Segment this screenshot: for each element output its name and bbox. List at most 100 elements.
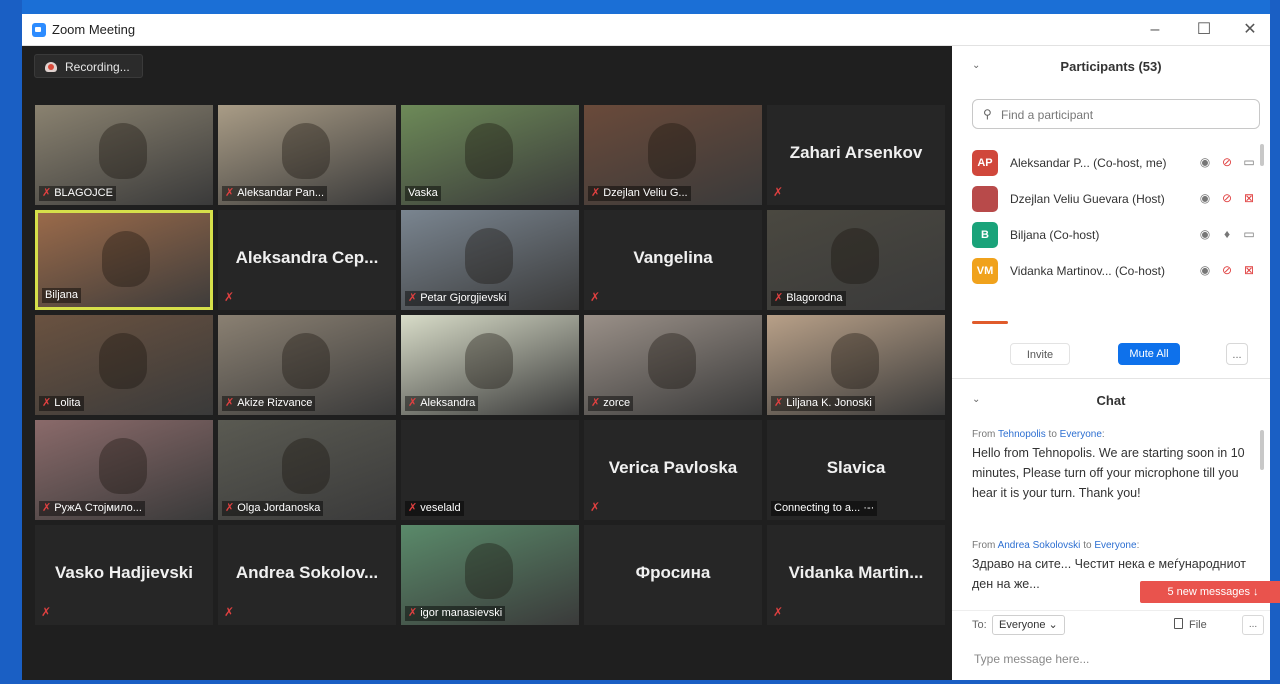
participant-display-name: Slavica bbox=[826, 458, 886, 477]
video-tile[interactable]: Vaska bbox=[401, 105, 579, 205]
participant-name: Aleksandra bbox=[420, 397, 476, 409]
participant-display-name: Andrea Sokolov... bbox=[235, 563, 379, 582]
participant-search[interactable]: ⚲ bbox=[972, 99, 1260, 129]
chat-more-button[interactable]: ... bbox=[1242, 615, 1264, 635]
participant-display-name: Vasko Hadjievski bbox=[55, 563, 193, 582]
video-tile[interactable]: ✗ Olga Jordanoska bbox=[218, 420, 396, 520]
mic-muted-icon: ✗ bbox=[225, 397, 235, 409]
participant-name: Liljana K. Jonoski bbox=[786, 397, 872, 409]
mic-muted-icon[interactable]: ⊘ bbox=[1216, 191, 1238, 205]
maximize-button[interactable]: ☐ bbox=[1184, 18, 1224, 42]
video-tile[interactable]: Vidanka Martin... ✗ bbox=[767, 525, 945, 625]
file-button[interactable]: File bbox=[1174, 618, 1207, 631]
mic-muted-icon[interactable]: ⊘ bbox=[1216, 263, 1238, 277]
recipient-name[interactable]: Everyone bbox=[1060, 429, 1102, 440]
video-tile[interactable]: Фросина bbox=[584, 525, 762, 625]
video-tile[interactable]: Andrea Sokolov... ✗ bbox=[218, 525, 396, 625]
recipient-select[interactable]: Everyone ⌄ bbox=[992, 615, 1065, 635]
video-tile[interactable]: ✗ РужА Стојмило... bbox=[35, 420, 213, 520]
video-tile[interactable]: Vangelina ✗ bbox=[584, 210, 762, 310]
participant-search-input[interactable] bbox=[999, 105, 1253, 125]
recipient-name[interactable]: Everyone bbox=[1094, 540, 1136, 551]
mic-muted-icon: ✗ bbox=[590, 290, 601, 304]
participant-row[interactable]: Dzejlan Veliu Guevara (Host) ◉ ⊘ ⊠ bbox=[972, 182, 1260, 218]
video-tile[interactable]: ✗ igor manasievski bbox=[401, 525, 579, 625]
video-off-icon[interactable]: ⊠ bbox=[1238, 191, 1260, 205]
participant-name: РужА Стојмило... bbox=[54, 502, 142, 514]
video-tile[interactable]: ✗ Lolita bbox=[35, 315, 213, 415]
participant-name: Vaska bbox=[408, 187, 438, 199]
avatar: VM bbox=[972, 258, 998, 284]
screen-share-icon: ◉ bbox=[1199, 191, 1211, 205]
close-button[interactable]: ✕ bbox=[1230, 18, 1270, 42]
video-tile[interactable]: ✗ zorce bbox=[584, 315, 762, 415]
video-tile[interactable]: ✗ Dzejlan Veliu G... bbox=[584, 105, 762, 205]
sender-name[interactable]: Andrea Sokolovski bbox=[998, 540, 1081, 551]
participant-scrollbar[interactable] bbox=[1260, 144, 1264, 166]
video-tile[interactable]: ✗ Akize Rizvance bbox=[218, 315, 396, 415]
chat-scrollbar[interactable] bbox=[1260, 430, 1264, 470]
chat-title: Chat bbox=[1096, 393, 1126, 408]
participant-name: veselald bbox=[420, 502, 461, 514]
video-camera-icon[interactable]: ▭ bbox=[1238, 155, 1260, 169]
participant-name-label: ✗ Aleksandar Pan... bbox=[222, 186, 328, 201]
video-tile[interactable]: Biljana bbox=[35, 210, 213, 310]
video-tile[interactable]: ✗ Petar Gjorgjievski bbox=[401, 210, 579, 310]
chat-message-sender: From Tehnopolis to Everyone: bbox=[972, 429, 1105, 440]
mic-muted-icon: ✗ bbox=[41, 605, 52, 619]
video-tile[interactable]: Vasko Hadjievski ✗ bbox=[35, 525, 213, 625]
video-tile[interactable]: ✗ Aleksandra bbox=[401, 315, 579, 415]
participant-name: Connecting to a... ·-· bbox=[774, 502, 875, 514]
video-tile[interactable]: ✗ BLAGOJCE bbox=[35, 105, 213, 205]
person-silhouette bbox=[282, 123, 330, 179]
video-tile[interactable]: ✗ Aleksandar Pan... bbox=[218, 105, 396, 205]
new-messages-button[interactable]: 5 new messages ↓ bbox=[1140, 581, 1280, 603]
invite-button[interactable]: Invite bbox=[1010, 343, 1070, 365]
recording-indicator[interactable]: Recording... bbox=[34, 54, 143, 78]
person-silhouette bbox=[465, 543, 513, 599]
participant-name: zorce bbox=[603, 397, 631, 409]
file-icon bbox=[1174, 618, 1183, 629]
minimize-button[interactable]: – bbox=[1135, 18, 1175, 42]
chat-message-text: Hello from Tehnopolis. We are starting s… bbox=[972, 446, 1245, 500]
video-camera-icon[interactable]: ▭ bbox=[1238, 227, 1260, 241]
participant-display-name: Фросина bbox=[635, 563, 711, 582]
participant-name-label: Biljana bbox=[42, 288, 82, 303]
person-silhouette bbox=[465, 123, 513, 179]
video-tile[interactable]: Verica Pavloska ✗ bbox=[584, 420, 762, 520]
video-tile[interactable]: Aleksandra Cep... ✗ bbox=[218, 210, 396, 310]
recording-label: Recording... bbox=[65, 60, 130, 74]
video-tile[interactable]: ✗ Liljana K. Jonoski bbox=[767, 315, 945, 415]
to-word: to bbox=[1048, 429, 1057, 440]
participant-row[interactable]: B Biljana (Co-host) ◉ ♦ ▭ bbox=[972, 218, 1260, 254]
mic-muted-icon[interactable]: ⊘ bbox=[1216, 155, 1238, 169]
person-silhouette bbox=[282, 438, 330, 494]
avatar bbox=[972, 186, 998, 212]
participant-name: Petar Gjorgjievski bbox=[420, 292, 507, 304]
video-tile[interactable]: ✗ veselald bbox=[401, 420, 579, 520]
screen-share-icon: ◉ bbox=[1199, 227, 1211, 241]
participant-name-label: ✗ Akize Rizvance bbox=[222, 396, 316, 411]
mic-muted-icon: ✗ bbox=[774, 397, 784, 409]
mic-muted-icon: ✗ bbox=[591, 397, 601, 409]
video-tile[interactable]: Slavica Connecting to a... ·-· bbox=[767, 420, 945, 520]
video-tile[interactable]: Zahari Arsenkov ✗ bbox=[767, 105, 945, 205]
mute-all-button[interactable]: Mute All bbox=[1118, 343, 1180, 365]
sender-name[interactable]: Tehnopolis bbox=[998, 429, 1046, 440]
to-label: To: bbox=[972, 619, 987, 631]
participant-row[interactable]: AP Aleksandar P... (Co-host, me) ◉ ⊘ ▭ bbox=[972, 146, 1260, 182]
video-off-icon[interactable]: ⊠ bbox=[1238, 263, 1260, 277]
mic-icon[interactable]: ♦ bbox=[1216, 227, 1238, 241]
video-tile[interactable]: ✗ Blagorodna bbox=[767, 210, 945, 310]
mic-muted-icon: ✗ bbox=[591, 187, 601, 199]
mic-muted-icon: ✗ bbox=[42, 397, 52, 409]
participant-row-name: Dzejlan Veliu Guevara (Host) bbox=[1010, 192, 1165, 206]
chat-message-input[interactable] bbox=[972, 647, 1256, 671]
participant-row[interactable]: VM Vidanka Martinov... (Co-host) ◉ ⊘ ⊠ bbox=[972, 254, 1260, 290]
mic-muted-icon: ✗ bbox=[773, 605, 784, 619]
participant-name: Olga Jordanoska bbox=[237, 502, 321, 514]
cloud-record-icon bbox=[45, 62, 57, 72]
participants-more-button[interactable]: ... bbox=[1226, 343, 1248, 365]
mic-muted-icon: ✗ bbox=[42, 502, 52, 514]
chat-composer-bar: To: Everyone ⌄ File ... bbox=[952, 610, 1270, 638]
